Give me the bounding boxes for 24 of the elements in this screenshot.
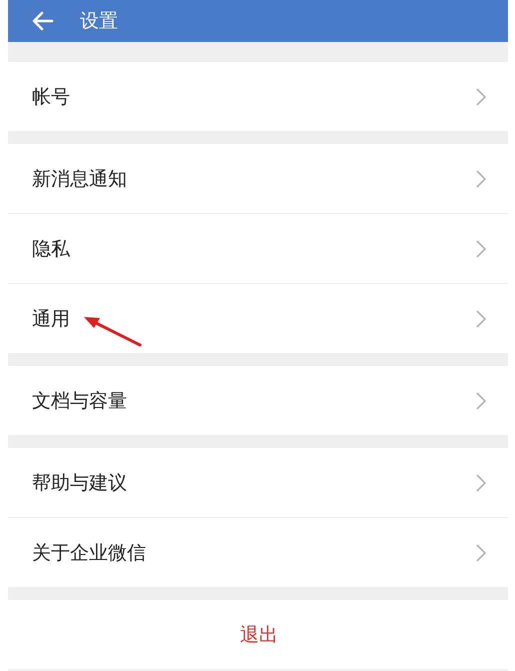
chevron-icon: [476, 392, 486, 410]
chevron-icon: [476, 240, 486, 258]
item-label: 隐私: [32, 236, 70, 262]
chevron-icon: [476, 474, 486, 492]
chevron-icon: [476, 170, 486, 188]
settings-item[interactable]: 通用: [8, 284, 508, 353]
settings-item[interactable]: 新消息通知: [8, 144, 508, 214]
item-label: 新消息通知: [32, 166, 127, 192]
settings-item[interactable]: 帐号: [8, 62, 508, 131]
logout-button[interactable]: 退出: [8, 600, 508, 669]
chevron-icon: [476, 310, 486, 328]
settings-item[interactable]: 关于企业微信: [8, 518, 508, 587]
item-label: 帐号: [32, 84, 70, 110]
chevron-icon: [476, 88, 486, 106]
item-label: 通用: [32, 306, 70, 332]
back-icon[interactable]: [32, 11, 54, 31]
chevron-icon: [476, 544, 486, 562]
settings-item[interactable]: 帮助与建议: [8, 448, 508, 518]
item-label: 文档与容量: [32, 388, 127, 414]
settings-item[interactable]: 隐私: [8, 214, 508, 284]
settings-item[interactable]: 文档与容量: [8, 366, 508, 435]
page-title: 设置: [80, 9, 118, 34]
item-label: 关于企业微信: [32, 540, 146, 566]
item-label: 帮助与建议: [32, 470, 127, 496]
